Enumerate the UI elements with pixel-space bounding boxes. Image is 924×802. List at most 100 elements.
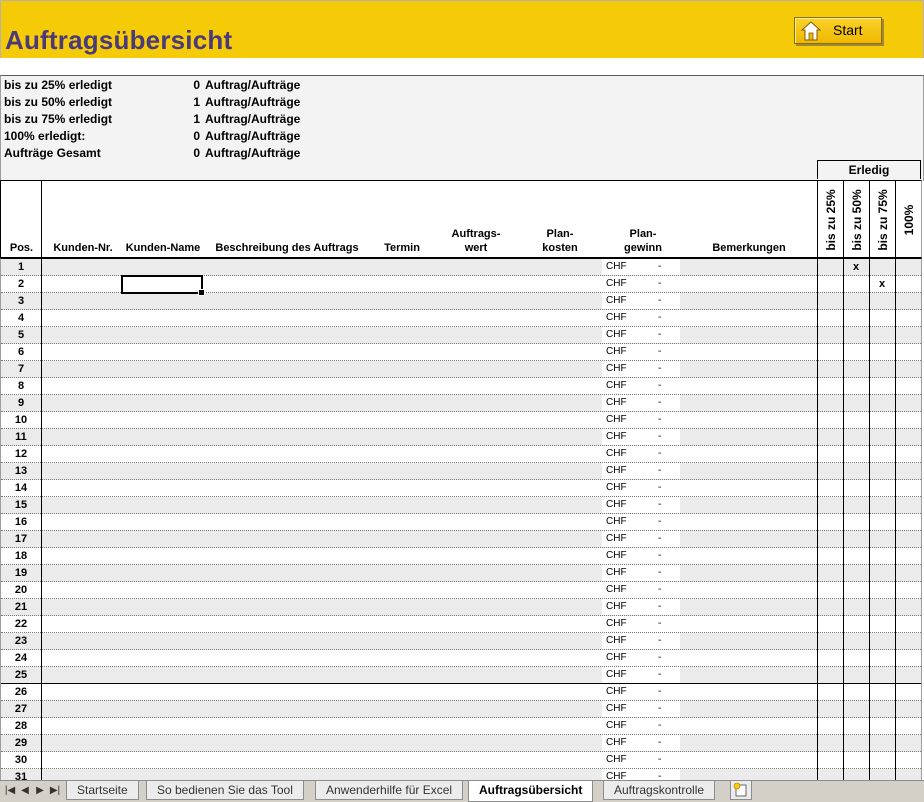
order-table: 1 CHF - x 2 CHF - x 3 CHF - 4 CHF - 5 CHF - 6 CHF - 7 CHF - 8 CH… xyxy=(0,258,922,780)
progress-mark[interactable]: x xyxy=(843,259,869,276)
table-row[interactable]: 22 CHF - xyxy=(1,616,921,633)
header-auftragswert[interactable]: Auftrags- wert xyxy=(435,227,517,255)
table-row[interactable]: 13 CHF - xyxy=(1,463,921,480)
last-sheet-icon[interactable]: ▶| xyxy=(48,784,62,798)
summary-count: 0 xyxy=(193,78,200,92)
plangewinn-cell[interactable]: CHF - xyxy=(602,752,680,768)
table-row[interactable]: 15 CHF - xyxy=(1,497,921,514)
table-row[interactable]: 28 CHF - xyxy=(1,718,921,735)
plangewinn-cell[interactable]: CHF - xyxy=(602,769,680,780)
empty-value: - xyxy=(658,346,662,357)
plangewinn-cell[interactable]: CHF - xyxy=(602,667,680,683)
table-row[interactable]: 8 CHF - xyxy=(1,378,921,395)
table-row[interactable]: 5 CHF - xyxy=(1,327,921,344)
plangewinn-cell[interactable]: CHF - xyxy=(602,616,680,632)
table-row[interactable]: 6 CHF - xyxy=(1,344,921,361)
table-row[interactable]: 1 CHF - x xyxy=(1,259,921,276)
tab-startseite[interactable]: Startseite xyxy=(66,781,139,800)
table-row[interactable]: 26 CHF - xyxy=(1,684,921,701)
insert-sheet-icon[interactable] xyxy=(730,781,752,800)
table-row[interactable]: 30 CHF - xyxy=(1,752,921,769)
summary-unit: Auftrag/Aufträge xyxy=(205,112,301,126)
header-p75[interactable]: bis zu 75% xyxy=(869,181,895,259)
table-row[interactable]: 4 CHF - xyxy=(1,310,921,327)
currency-label: CHF xyxy=(606,720,627,731)
erledig-header: Erledig xyxy=(817,160,921,179)
plangewinn-cell[interactable]: CHF - xyxy=(602,548,680,564)
header-kunden-nr[interactable]: Kunden-Nr. xyxy=(45,241,121,255)
progress-mark[interactable]: x xyxy=(869,276,895,293)
plangewinn-cell[interactable]: CHF - xyxy=(602,480,680,496)
plangewinn-cell[interactable]: CHF - xyxy=(602,310,680,326)
table-row[interactable]: 27 CHF - xyxy=(1,701,921,718)
prev-sheet-icon[interactable]: ◀ xyxy=(18,784,32,798)
first-sheet-icon[interactable]: |◀ xyxy=(3,784,17,798)
tab-so-bedienen[interactable]: So bedienen Sie das Tool xyxy=(146,781,304,800)
table-row[interactable]: 21 CHF - xyxy=(1,599,921,616)
header-kunden-name[interactable]: Kunden-Name xyxy=(121,241,205,255)
table-row[interactable]: 23 CHF - xyxy=(1,633,921,650)
plangewinn-cell[interactable]: CHF - xyxy=(602,531,680,547)
plangewinn-cell[interactable]: CHF - xyxy=(602,514,680,530)
header-beschreibung[interactable]: Beschreibung des Auftrags xyxy=(205,241,369,255)
table-row[interactable]: 18 CHF - xyxy=(1,548,921,565)
plangewinn-cell[interactable]: CHF - xyxy=(602,565,680,581)
plangewinn-cell[interactable]: CHF - xyxy=(602,582,680,598)
plangewinn-cell[interactable]: CHF - xyxy=(602,361,680,377)
plangewinn-cell[interactable]: CHF - xyxy=(602,701,680,717)
currency-label: CHF xyxy=(606,414,627,425)
start-button[interactable]: Start xyxy=(794,17,882,44)
plangewinn-cell[interactable]: CHF - xyxy=(602,684,680,700)
header-p100[interactable]: 100% xyxy=(895,181,921,259)
table-row[interactable]: 12 CHF - xyxy=(1,446,921,463)
header-p25[interactable]: bis zu 25% xyxy=(817,181,843,259)
header-bemerkungen[interactable]: Bemerkungen xyxy=(681,241,817,255)
plangewinn-cell[interactable]: CHF - xyxy=(602,293,680,309)
tab-auftragskontrolle[interactable]: Auftragskontrolle xyxy=(603,781,716,800)
table-row[interactable]: 7 CHF - xyxy=(1,361,921,378)
tab-auftragsuebersicht[interactable]: Auftragsübersicht xyxy=(468,781,594,802)
header-pos[interactable]: Pos. xyxy=(1,241,42,255)
plangewinn-cell[interactable]: CHF - xyxy=(602,463,680,479)
table-row[interactable]: 20 CHF - xyxy=(1,582,921,599)
header-p50[interactable]: bis zu 50% xyxy=(843,181,869,259)
table-row[interactable]: 11 CHF - xyxy=(1,429,921,446)
table-row[interactable]: 16 CHF - xyxy=(1,514,921,531)
table-row[interactable]: 9 CHF - xyxy=(1,395,921,412)
plangewinn-cell[interactable]: CHF - xyxy=(602,327,680,343)
next-sheet-icon[interactable]: ▶ xyxy=(33,784,47,798)
plangewinn-cell[interactable]: CHF - xyxy=(602,718,680,734)
plangewinn-cell[interactable]: CHF - xyxy=(602,344,680,360)
table-row[interactable]: 17 CHF - xyxy=(1,531,921,548)
tab-anwenderhilfe[interactable]: Anwenderhilfe für Excel xyxy=(315,781,464,800)
header-plankosten[interactable]: Plan- kosten xyxy=(517,227,603,255)
plangewinn-cell[interactable]: CHF - xyxy=(602,276,680,292)
table-row[interactable]: 29 CHF - xyxy=(1,735,921,752)
plangewinn-cell[interactable]: CHF - xyxy=(602,259,680,275)
column-divider xyxy=(41,181,42,259)
table-row[interactable]: 3 CHF - xyxy=(1,293,921,310)
plangewinn-cell[interactable]: CHF - xyxy=(602,429,680,445)
row-number: 20 xyxy=(14,584,28,596)
summary-label: Aufträge Gesamt xyxy=(4,146,101,160)
table-row[interactable]: 24 CHF - xyxy=(1,650,921,667)
currency-label: CHF xyxy=(606,567,627,578)
table-row[interactable]: 31 CHF - xyxy=(1,769,921,780)
plangewinn-cell[interactable]: CHF - xyxy=(602,497,680,513)
row-number: 27 xyxy=(14,703,28,715)
table-row[interactable]: 25 CHF - xyxy=(1,667,921,684)
plangewinn-cell[interactable]: CHF - xyxy=(602,599,680,615)
plangewinn-cell[interactable]: CHF - xyxy=(602,446,680,462)
plangewinn-cell[interactable]: CHF - xyxy=(602,650,680,666)
header-termin[interactable]: Termin xyxy=(369,241,435,255)
table-row[interactable]: 10 CHF - xyxy=(1,412,921,429)
plangewinn-cell[interactable]: CHF - xyxy=(602,395,680,411)
table-row[interactable]: 19 CHF - xyxy=(1,565,921,582)
plangewinn-cell[interactable]: CHF - xyxy=(602,633,680,649)
header-plangewinn[interactable]: Plan- gewinn xyxy=(603,227,683,255)
selected-cell[interactable] xyxy=(121,275,205,296)
plangewinn-cell[interactable]: CHF - xyxy=(602,412,680,428)
table-row[interactable]: 14 CHF - xyxy=(1,480,921,497)
plangewinn-cell[interactable]: CHF - xyxy=(602,735,680,751)
plangewinn-cell[interactable]: CHF - xyxy=(602,378,680,394)
